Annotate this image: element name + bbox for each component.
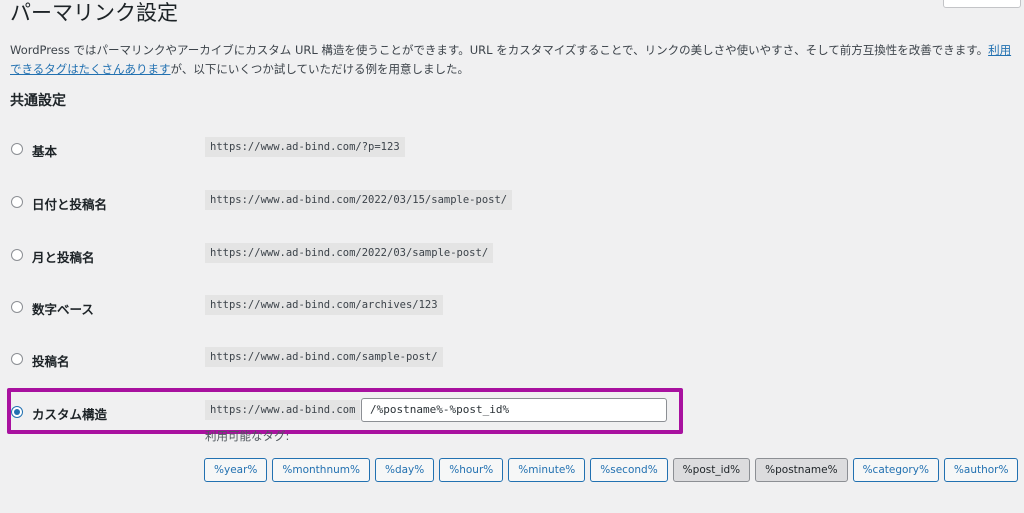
permalink-option-month-name[interactable]: 月と投稿名 https://www.ad-bind.com/2022/03/sa… — [0, 243, 1024, 269]
intro-text: WordPress ではパーマリンクやアーカイブにカスタム URL 構造を使うこ… — [10, 41, 1016, 79]
option-example: https://www.ad-bind.com/sample-post/ — [205, 347, 443, 367]
permalink-option-basic[interactable]: 基本 https://www.ad-bind.com/?p=123 — [0, 137, 1024, 163]
available-tags-label: 利用可能なタグ: — [205, 429, 290, 443]
radio-post-name[interactable] — [11, 353, 23, 365]
help-tab[interactable] — [943, 0, 1021, 8]
radio-numeric[interactable] — [11, 301, 23, 313]
intro-text-tail: が、以下にいくつか試していただける例を用意しました。 — [170, 62, 469, 76]
tag-button-minute[interactable]: %minute% — [508, 458, 586, 482]
option-label[interactable]: 基本 — [32, 141, 57, 160]
section-title: 共通設定 — [10, 93, 66, 109]
tag-button-author[interactable]: %author% — [943, 458, 1019, 482]
permalink-option-numeric[interactable]: 数字ベース https://www.ad-bind.com/archives/1… — [0, 295, 1024, 321]
tag-button-year[interactable]: %year% — [204, 458, 268, 482]
permalink-option-post-name[interactable]: 投稿名 https://www.ad-bind.com/sample-post/ — [0, 347, 1024, 373]
option-example: https://www.ad-bind.com/?p=123 — [205, 137, 405, 157]
tag-button-day[interactable]: %day% — [374, 458, 435, 482]
option-example: https://www.ad-bind.com/2022/03/15/sampl… — [205, 190, 513, 210]
radio-month-name[interactable] — [11, 249, 23, 261]
intro-text-main: WordPress ではパーマリンクやアーカイブにカスタム URL 構造を使うこ… — [10, 43, 989, 57]
option-example: https://www.ad-bind.com/archives/123 — [205, 295, 443, 315]
radio-custom[interactable] — [11, 406, 23, 418]
permalink-option-day-name[interactable]: 日付と投稿名 https://www.ad-bind.com/2022/03/1… — [0, 190, 1024, 216]
option-label[interactable]: カスタム構造 — [32, 404, 107, 423]
radio-basic[interactable] — [11, 143, 23, 155]
tag-button-second[interactable]: %second% — [590, 458, 668, 482]
option-label[interactable]: 数字ベース — [32, 299, 94, 318]
option-label[interactable]: 日付と投稿名 — [32, 194, 107, 213]
tag-button-monthnum[interactable]: %monthnum% — [272, 458, 370, 482]
tag-button-postname[interactable]: %postname% — [755, 458, 848, 482]
option-label[interactable]: 月と投稿名 — [32, 247, 95, 266]
custom-base-url: https://www.ad-bind.com — [205, 400, 361, 420]
tag-button-hour[interactable]: %hour% — [439, 458, 504, 482]
tag-button-post-id[interactable]: %post_id% — [672, 458, 751, 482]
option-example: https://www.ad-bind.com/2022/03/sample-p… — [205, 243, 494, 263]
radio-day-name[interactable] — [11, 196, 23, 208]
tag-button-category[interactable]: %category% — [852, 458, 939, 482]
page-title: パーマリンク設定 — [10, 1, 178, 25]
custom-structure-input[interactable]: /%postname%-%post_id% — [361, 398, 667, 422]
option-label[interactable]: 投稿名 — [32, 351, 70, 370]
tag-buttons: %year% %monthnum% %day% %hour% %minute% … — [204, 458, 1019, 482]
